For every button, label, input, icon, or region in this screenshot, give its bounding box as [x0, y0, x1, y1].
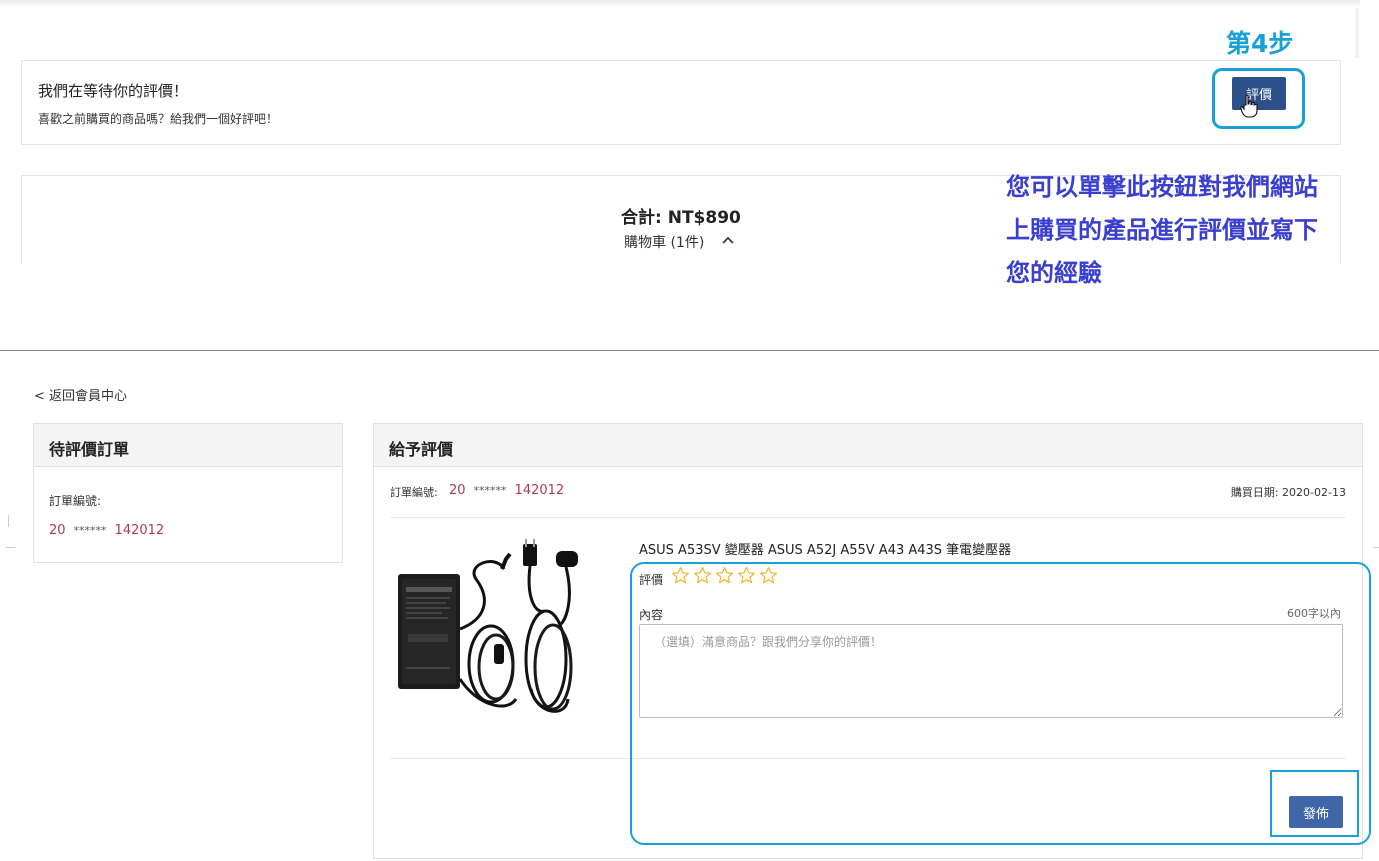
- edge-mark: [8, 515, 9, 527]
- product-image: [398, 539, 578, 713]
- order-number-suffix: 142012: [514, 483, 565, 498]
- order-number-prefix: 20: [49, 523, 66, 538]
- annotation-line: 您的經驗: [1006, 259, 1102, 287]
- order-number: 20 ****** 142012: [449, 483, 564, 498]
- scroll-edge: [1355, 8, 1359, 58]
- purchase-date: 購買日期: 2020-02-13: [1230, 486, 1346, 499]
- order-number-mask: ******: [473, 484, 507, 497]
- order-number-label: 訂單編號:: [49, 494, 102, 508]
- order-number-mask: ******: [73, 524, 107, 537]
- highlight-review-form: [630, 562, 1371, 845]
- pending-orders-title: 待評價訂單: [49, 440, 130, 459]
- annotation-text: 您可以單擊此按鈕對我們網站 上購買的產品進行評價並寫下 您的經驗: [1006, 166, 1366, 295]
- edge-mark: [6, 547, 15, 548]
- cart-count[interactable]: 購物車 (1件): [624, 232, 704, 252]
- give-review-title: 給予評價: [389, 440, 454, 459]
- order-number-suffix: 142012: [114, 523, 165, 538]
- back-to-member-center-link[interactable]: < 返回會員中心: [34, 385, 127, 404]
- highlight-review-button: [1212, 68, 1305, 129]
- product-name: ASUS A53SV 變壓器 ASUS A52J A55V A43 A43S 筆…: [639, 543, 1012, 558]
- order-number-label: 訂單編號:: [390, 486, 438, 499]
- hand-cursor-icon: [1240, 94, 1258, 118]
- cart-total: 合計: NT$890: [621, 208, 741, 228]
- section-divider: [0, 350, 1379, 351]
- give-review-header: 給予評價: [374, 424, 1362, 467]
- highlight-publish-button: [1270, 770, 1359, 837]
- review-prompt-subtitle: 喜歡之前購買的商品嗎？給我們一個好評吧！: [38, 112, 279, 126]
- pending-orders-panel: 待評價訂單 訂單編號: 20 ****** 142012: [33, 423, 343, 563]
- order-number-prefix: 20: [449, 483, 466, 498]
- chevron-up-icon[interactable]: [720, 232, 736, 248]
- order-number-link[interactable]: 20 ****** 142012: [49, 523, 164, 538]
- review-prompt-card: 我們在等待你的評價！ 喜歡之前購買的商品嗎？給我們一個好評吧！: [21, 60, 1341, 145]
- top-shadow: [0, 0, 1360, 7]
- annotation-line: 您可以單擊此按鈕對我們網站: [1006, 173, 1318, 201]
- pending-orders-header: 待評價訂單: [34, 424, 342, 467]
- review-prompt-title: 我們在等待你的評價！: [38, 82, 189, 100]
- divider: [390, 517, 1346, 518]
- annotation-line: 上購買的產品進行評價並寫下: [1006, 216, 1318, 244]
- step-label: 第4步: [1226, 29, 1294, 58]
- edge-mark: [1373, 547, 1379, 548]
